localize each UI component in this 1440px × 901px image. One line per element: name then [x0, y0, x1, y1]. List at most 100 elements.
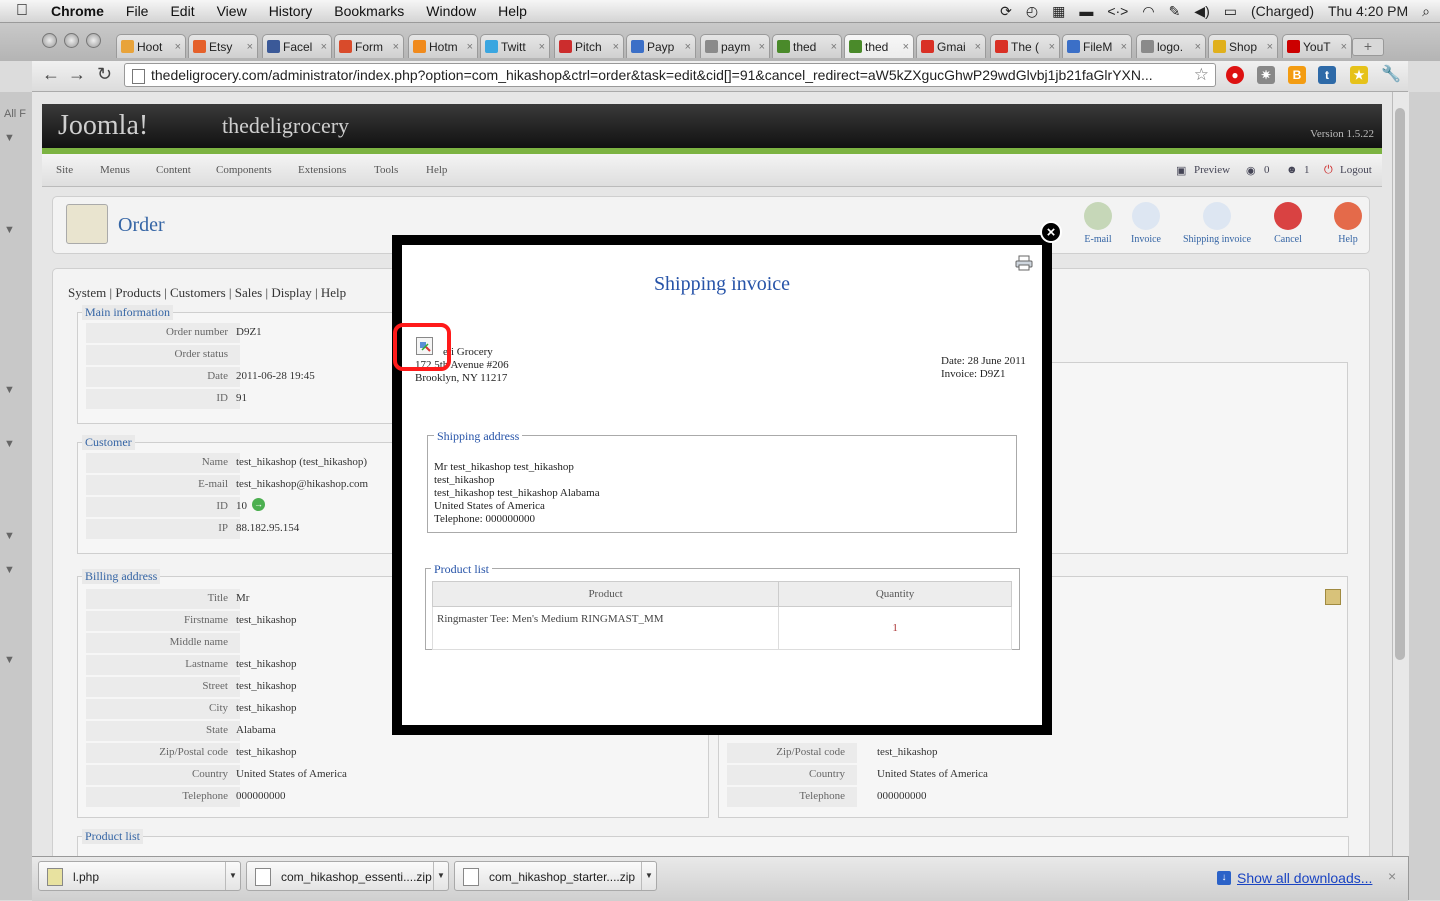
tab[interactable]: logo. ×: [1136, 34, 1206, 58]
tab-close-icon[interactable]: ×: [1267, 41, 1273, 53]
bookmark-star-icon[interactable]: ☆: [1194, 64, 1209, 86]
tab-close-icon[interactable]: ×: [1121, 41, 1127, 53]
zoom-window-icon[interactable]: [86, 33, 101, 48]
tab-close-icon[interactable]: ×: [1049, 41, 1055, 53]
back-button[interactable]: ←: [42, 64, 60, 85]
bluetooth-icon[interactable]: ✎: [1169, 3, 1181, 20]
new-tab-button[interactable]: +: [1352, 38, 1384, 56]
subtab-customers[interactable]: Customers: [170, 285, 226, 300]
tab-close-icon[interactable]: ×: [321, 41, 327, 53]
sync-icon[interactable]: ⟳: [1000, 3, 1012, 20]
tab[interactable]: Gmai ×: [916, 34, 986, 58]
close-window-icon[interactable]: [42, 33, 57, 48]
download-item[interactable]: com_hikashop_essenti....zip ▼: [246, 861, 449, 891]
menu-bookmarks[interactable]: Bookmarks: [323, 3, 415, 19]
menu-history[interactable]: History: [258, 3, 324, 19]
tab[interactable]: Pitch ×: [554, 34, 624, 58]
subtab-products[interactable]: Products: [115, 285, 161, 300]
tab-close-icon[interactable]: ×: [1195, 41, 1201, 53]
users-icon[interactable]: ☻: [1286, 164, 1298, 176]
tab-close-icon[interactable]: ×: [903, 41, 909, 53]
email-button[interactable]: E-mail: [1078, 202, 1118, 245]
print-icon[interactable]: [1015, 255, 1033, 271]
menu-edit[interactable]: Edit: [159, 3, 205, 19]
admin-menu-components[interactable]: Components: [216, 164, 272, 176]
logout-icon[interactable]: ⏻: [1324, 164, 1333, 177]
menu-file[interactable]: File: [115, 3, 160, 19]
forward-button[interactable]: →: [68, 64, 86, 85]
modal-close-button[interactable]: ×: [1040, 221, 1062, 243]
download-item[interactable]: com_hikashop_starter....zip ▼: [454, 861, 657, 891]
tab[interactable]: Form ×: [334, 34, 404, 58]
users-count[interactable]: 1: [1304, 164, 1310, 176]
spotlight-icon[interactable]: ⌕: [1422, 3, 1430, 20]
tab[interactable]: Twitt ×: [480, 34, 550, 58]
show-all-downloads-link[interactable]: Show all downloads...: [1237, 870, 1372, 886]
code-icon[interactable]: <·>: [1107, 3, 1128, 19]
tab[interactable]: thed ×: [844, 34, 914, 58]
time-machine-icon[interactable]: ◴: [1026, 3, 1038, 20]
menu-window[interactable]: Window: [415, 3, 487, 19]
bittorrent-extension-icon[interactable]: ★: [1350, 66, 1368, 84]
edit-address-icon[interactable]: [1325, 589, 1341, 605]
joomla-logo[interactable]: Joomla!: [58, 110, 148, 142]
subtab-system[interactable]: System: [68, 285, 106, 300]
adblock-extension-icon[interactable]: ●: [1226, 66, 1244, 84]
messages-icon[interactable]: ◉: [1246, 164, 1256, 177]
tab-close-icon[interactable]: ×: [975, 41, 981, 53]
spaces-icon[interactable]: ▦: [1052, 3, 1065, 20]
admin-menu-site[interactable]: Site: [56, 164, 73, 176]
tab-close-icon[interactable]: ×: [685, 41, 691, 53]
tab[interactable]: Hoot ×: [116, 34, 186, 58]
tab[interactable]: Etsy ×: [188, 34, 258, 58]
apple-menu-icon[interactable]: : [0, 2, 40, 20]
download-menu-arrow-icon[interactable]: ▼: [225, 862, 240, 890]
menu-help[interactable]: Help: [487, 3, 538, 19]
admin-menu-extensions[interactable]: Extensions: [298, 164, 346, 176]
subtab-help[interactable]: Help: [321, 285, 346, 300]
wrench-menu-icon[interactable]: 🔧: [1381, 66, 1401, 84]
download-menu-arrow-icon[interactable]: ▼: [433, 862, 448, 890]
reload-button[interactable]: ↻: [97, 64, 112, 85]
admin-menu-content[interactable]: Content: [156, 164, 191, 176]
admin-menu-help[interactable]: Help: [426, 164, 447, 176]
battery-icon[interactable]: ▭: [1224, 3, 1237, 20]
tab[interactable]: Facel ×: [262, 34, 332, 58]
subtab-sales[interactable]: Sales: [235, 285, 262, 300]
tumblr-extension-icon[interactable]: t: [1318, 66, 1336, 84]
tab-close-icon[interactable]: ×: [539, 41, 545, 53]
download-menu-arrow-icon[interactable]: ▼: [641, 862, 656, 890]
volume-icon[interactable]: ◀): [1194, 3, 1209, 20]
subtab-display[interactable]: Display: [271, 285, 311, 300]
menu-view[interactable]: View: [206, 3, 258, 19]
scrollbar-thumb[interactable]: [1395, 108, 1405, 660]
preview-icon[interactable]: ▣: [1176, 164, 1186, 177]
tab-close-icon[interactable]: ×: [247, 41, 253, 53]
battery-status[interactable]: (Charged): [1251, 3, 1314, 19]
blogger-extension-icon[interactable]: B: [1288, 66, 1306, 84]
shipping-invoice-button[interactable]: Shipping invoice: [1178, 202, 1256, 245]
tools-extension-icon[interactable]: ✷: [1257, 66, 1275, 84]
cancel-button[interactable]: Cancel: [1268, 202, 1308, 245]
menu-app-chrome[interactable]: Chrome: [40, 3, 115, 19]
minimize-window-icon[interactable]: [64, 33, 79, 48]
tab[interactable]: Hotm ×: [408, 34, 478, 58]
logout-link[interactable]: Logout: [1340, 164, 1372, 176]
tab[interactable]: The (×: [990, 34, 1060, 58]
tab[interactable]: Payp ×: [626, 34, 696, 58]
tab-close-icon[interactable]: ×: [175, 41, 181, 53]
tab-close-icon[interactable]: ×: [1341, 41, 1347, 53]
address-bar[interactable]: thedeligrocery.com/administrator/index.p…: [124, 63, 1216, 87]
tab[interactable]: YouT ×: [1282, 34, 1352, 58]
admin-menu-menus[interactable]: Menus: [100, 164, 130, 176]
close-download-bar-icon[interactable]: ×: [1388, 868, 1396, 884]
preview-link[interactable]: Preview: [1194, 164, 1230, 176]
tab-close-icon[interactable]: ×: [831, 41, 837, 53]
clock[interactable]: Thu 4:20 PM: [1328, 3, 1408, 19]
help-button[interactable]: Help: [1328, 202, 1368, 245]
tab[interactable]: Shop ×: [1208, 34, 1278, 58]
tab-close-icon[interactable]: ×: [467, 41, 473, 53]
admin-menu-tools[interactable]: Tools: [374, 164, 398, 176]
tab-close-icon[interactable]: ×: [613, 41, 619, 53]
tab[interactable]: thed ×: [772, 34, 842, 58]
